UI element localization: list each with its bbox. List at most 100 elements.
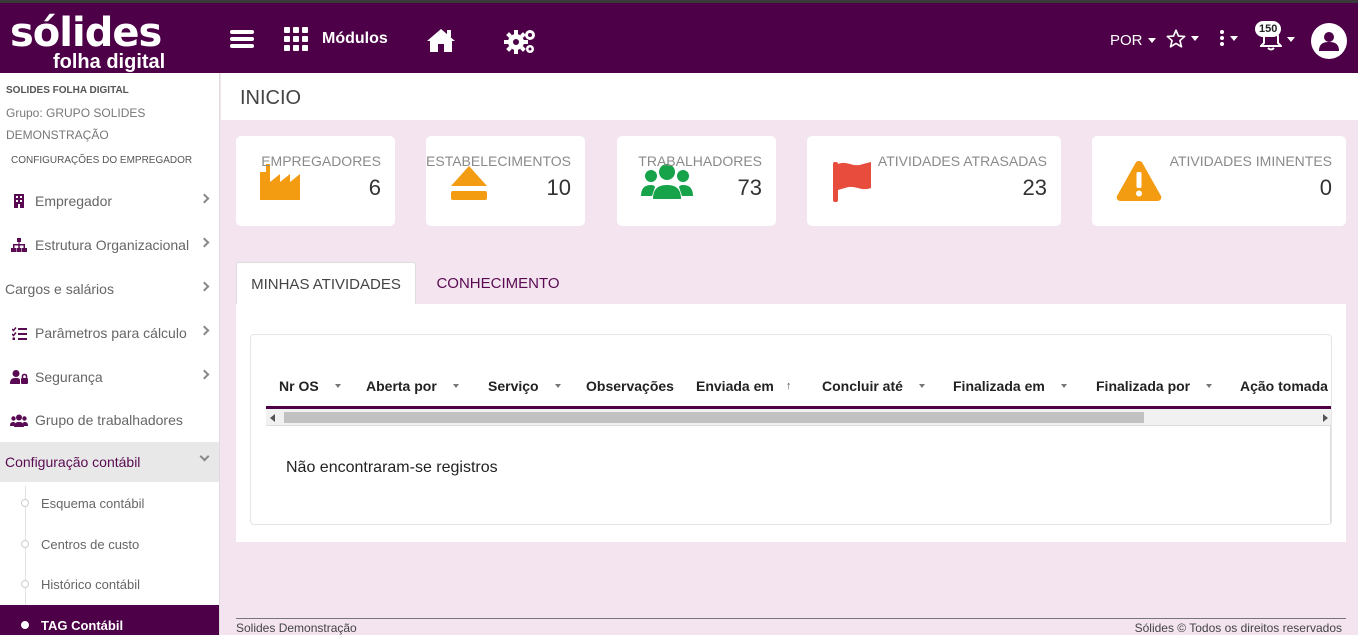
column-label: Finalizada em <box>953 378 1045 394</box>
users-icon <box>10 414 28 427</box>
stat-value: 23 <box>1022 175 1047 200</box>
stat-card-trabalhadores[interactable]: TRABALHADORES 73 <box>617 136 776 226</box>
column-header-enviada-em[interactable]: Enviada em ↑ <box>696 378 791 394</box>
grid-icon <box>284 27 308 51</box>
language-selector[interactable]: POR <box>1110 32 1156 49</box>
sidebar-item-label: Segurança <box>35 369 103 385</box>
top-navbar: sólides folha digital Módulos POR 150 <box>0 0 1358 73</box>
logo-text: sólides <box>10 10 162 56</box>
bullet-icon <box>21 580 29 588</box>
column-header-finalizada-em[interactable]: Finalizada em <box>953 378 1067 394</box>
chevron-down-icon <box>1287 36 1295 42</box>
sidebar-subitem-tag-contabil[interactable]: TAG Contábil <box>0 605 219 635</box>
tab-conhecimento[interactable]: CONHECIMENTO <box>424 262 572 305</box>
settings-cogs-icon[interactable] <box>503 27 537 55</box>
sidebar-subitem-centros-de-custo[interactable]: Centros de custo <box>0 524 219 564</box>
stat-card-estabelecimentos[interactable]: ESTABELECIMENTOS 10 <box>426 136 585 226</box>
bullet-icon <box>21 621 29 629</box>
notifications-bell-icon[interactable]: 150 <box>1255 21 1295 51</box>
sort-caret-icon <box>554 384 561 388</box>
list-check-icon <box>10 326 28 340</box>
menu-toggle-icon[interactable] <box>230 30 254 48</box>
warning-icon <box>1116 160 1162 207</box>
favorites-star-icon[interactable] <box>1166 29 1199 48</box>
footer-company: Solides Demonstração <box>236 621 357 635</box>
modules-button[interactable]: Módulos <box>284 27 388 51</box>
sidebar-group-name: Grupo: GRUPO SOLIDES DEMONSTRAÇÃO <box>6 106 146 142</box>
sidebar-item-empregador[interactable]: Empregador <box>0 181 219 221</box>
stat-card-atividades-atrasadas[interactable]: ATIVIDADES ATRASADAS 23 <box>807 136 1061 226</box>
tab-label: CONHECIMENTO <box>436 275 560 292</box>
column-header-observacoes[interactable]: Observações <box>586 378 674 394</box>
tab-minhas-atividades[interactable]: MINHAS ATIVIDADES <box>236 262 416 305</box>
footer-copyright: Sólides © Todos os direitos reservados <box>1134 621 1342 635</box>
users-icon <box>641 163 693 204</box>
horizontal-scrollbar[interactable] <box>266 409 1331 426</box>
sidebar-item-label: Estrutura Organizacional <box>35 237 190 253</box>
sidebar-subitem-label: Histórico contábil <box>41 576 140 592</box>
stat-value: 10 <box>546 175 571 200</box>
chevron-right-icon <box>199 325 210 336</box>
user-lock-icon <box>10 370 28 384</box>
chevron-down-icon <box>1191 36 1199 41</box>
sort-caret-icon <box>1060 384 1067 388</box>
stat-card-atividades-iminentes[interactable]: ATIVIDADES IMINENTES 0 <box>1092 136 1346 226</box>
sidebar-item-seguranca[interactable]: Segurança <box>0 357 219 397</box>
table-right-border <box>1330 425 1331 524</box>
sidebar-item-cargos-e-salarios[interactable]: Cargos e salários <box>0 269 219 309</box>
sidebar-section-title: CONFIGURAÇÕES DO EMPREGADOR <box>11 155 193 166</box>
user-avatar-icon[interactable] <box>1311 23 1347 59</box>
column-header-nr-os[interactable]: Nr OS <box>279 378 341 394</box>
column-header-acao-tomada[interactable]: Ação tomada <box>1240 378 1328 394</box>
column-label: Aberta por <box>366 378 437 394</box>
stat-label: ATIVIDADES IMINENTES <box>1169 153 1332 169</box>
sidebar-item-estrutura-organizacional[interactable]: Estrutura Organizacional <box>0 225 219 265</box>
scroll-left-icon[interactable] <box>270 414 275 422</box>
flag-icon <box>833 160 873 207</box>
sidebar-item-parametros-para-calculo[interactable]: Parâmetros para cálculo <box>0 313 219 353</box>
stat-card-empregadores[interactable]: EMPREGADORES 6 <box>236 136 395 226</box>
page-title: INICIO <box>240 87 302 109</box>
sidebar-subitem-esquema-contabil[interactable]: Esquema contábil <box>0 483 219 523</box>
scroll-right-icon[interactable] <box>1323 414 1328 422</box>
column-header-finalizada-por[interactable]: Finalizada por <box>1096 378 1213 394</box>
stat-label: ESTABELECIMENTOS <box>426 153 571 169</box>
sidebar-item-grupo-de-trabalhadores[interactable]: Grupo de trabalhadores <box>0 400 219 440</box>
column-label: Enviada em <box>696 378 774 394</box>
sitemap-icon <box>10 238 28 252</box>
column-label: Ação tomada <box>1240 378 1328 394</box>
activities-table: Nr OS Aberta por Serviço Observações Env… <box>250 334 1332 525</box>
page-header: INICIO <box>221 73 1358 120</box>
page-footer: Solides Demonstração Sólides © Todos os … <box>236 618 1346 635</box>
more-options-icon[interactable] <box>1219 30 1238 46</box>
column-header-aberta-por[interactable]: Aberta por <box>366 378 459 394</box>
sort-caret-icon <box>452 384 459 388</box>
factory-icon <box>260 164 302 205</box>
column-header-servico[interactable]: Serviço <box>488 378 561 394</box>
sort-caret-icon <box>918 384 925 388</box>
chevron-right-icon <box>199 369 210 380</box>
language-label: POR <box>1110 32 1143 49</box>
eject-icon <box>450 166 488 205</box>
building-icon <box>10 194 28 208</box>
stat-value: 73 <box>737 175 762 200</box>
bullet-icon <box>21 499 29 507</box>
empty-table-message: Não encontraram-se registros <box>286 459 498 476</box>
column-label: Finalizada por <box>1096 378 1191 394</box>
sidebar-subitem-historico-contabil[interactable]: Histórico contábil <box>0 564 219 604</box>
stat-label: TRABALHADORES <box>638 153 762 169</box>
chevron-right-icon <box>199 193 210 204</box>
home-icon[interactable] <box>426 27 456 53</box>
column-header-concluir-ate[interactable]: Concluir até <box>822 378 925 394</box>
column-label: Nr OS <box>279 378 319 394</box>
sort-caret-icon <box>334 384 341 388</box>
column-label: Serviço <box>488 378 539 394</box>
sidebar-item-configuracao-contabil[interactable]: Configuração contábil <box>0 442 219 482</box>
sidebar-item-label: Empregador <box>35 193 113 209</box>
sort-caret-icon <box>1206 384 1213 388</box>
notifications-badge: 150 <box>1255 21 1282 37</box>
sidebar-subitem-label: Centros de custo <box>41 536 140 552</box>
solides-logo[interactable]: sólides folha digital <box>10 10 165 72</box>
scrollbar-thumb[interactable] <box>284 412 1144 423</box>
sidebar-item-label: Configuração contábil <box>5 454 141 470</box>
